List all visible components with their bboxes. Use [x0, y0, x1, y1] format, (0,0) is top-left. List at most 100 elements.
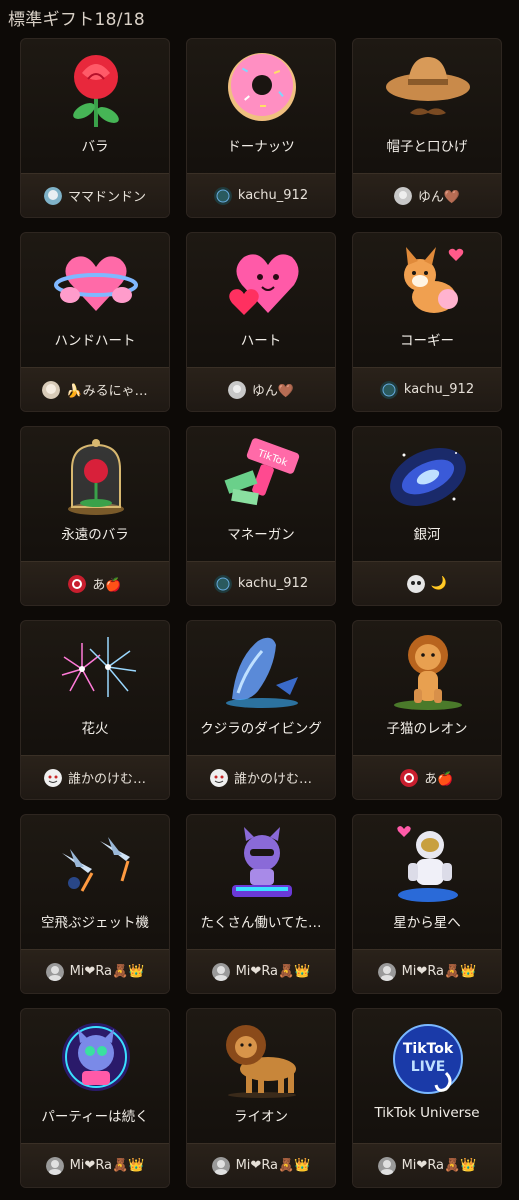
gift-name: コーギー: [400, 333, 454, 349]
svg-text:LIVE: LIVE: [411, 1059, 446, 1075]
gift-sender[interactable]: 誰かのけむ…: [21, 755, 169, 799]
gift-sender[interactable]: 誰かのけむ…: [187, 755, 335, 799]
gift-card[interactable]: ライオン Mi❤Ra🧸👑: [186, 1008, 336, 1188]
eternal-rose-icon: [52, 435, 140, 517]
svg-text:TikTok: TikTok: [403, 1041, 454, 1057]
gift-card[interactable]: たくさん働いてた… Mi❤Ra🧸👑: [186, 814, 336, 994]
avatar: [43, 186, 62, 205]
sender-name: 🍌みるにゃ…: [66, 384, 148, 399]
gift-card[interactable]: TikTok マネーガン kachu_912: [186, 426, 336, 606]
tiktok-universe-icon: TikTok LIVE: [384, 1017, 472, 1099]
avatar: [406, 574, 425, 593]
avatar: [213, 574, 232, 593]
gift-card[interactable]: 空飛ぶジェット機 Mi❤Ra🧸👑: [20, 814, 170, 994]
avatar: [209, 768, 228, 787]
gift-name: 花火: [81, 721, 109, 737]
avatar: [213, 186, 232, 205]
gift-card[interactable]: 星から星へ Mi❤Ra🧸👑: [352, 814, 502, 994]
sender-name: kachu_912: [237, 576, 309, 591]
section-title: 標準ギフト18/18: [8, 10, 145, 30]
gift-card[interactable]: 銀河 🌙: [352, 426, 502, 606]
gift-name: ハート: [240, 333, 282, 349]
gift-name: 星から星へ: [393, 915, 461, 931]
gift-sender[interactable]: ゆん🤎: [353, 173, 501, 217]
gift-card[interactable]: ハンドハート 🍌みるにゃ…: [20, 232, 170, 412]
sender-name: 誰かのけむ…: [67, 772, 146, 787]
gift-name: ハンドハート: [54, 333, 136, 349]
gift-sender[interactable]: 🍌みるにゃ…: [21, 367, 169, 411]
gift-sender[interactable]: あ🍎: [21, 561, 169, 605]
gift-name: 帽子と口ひげ: [386, 139, 468, 155]
gift-sender[interactable]: 🌙: [353, 561, 501, 605]
avatar: [43, 768, 62, 787]
heart-icon: [218, 241, 306, 323]
sender-name: kachu_912: [237, 188, 309, 203]
hat-mustache-icon: [384, 47, 472, 129]
sender-name: Mi❤Ra🧸👑: [401, 1158, 477, 1173]
sender-name: Mi❤Ra🧸👑: [401, 964, 477, 979]
gift-sender[interactable]: ゆん🤎: [187, 367, 335, 411]
gift-sender[interactable]: Mi❤Ra🧸👑: [21, 1143, 169, 1187]
sender-name: 🌙: [430, 576, 448, 591]
sender-name: ゆん🤎: [417, 190, 461, 205]
gift-sender[interactable]: あ🍎: [353, 755, 501, 799]
fireworks-icon: [52, 629, 140, 711]
avatar: [42, 380, 61, 399]
gift-sender[interactable]: Mi❤Ra🧸👑: [353, 949, 501, 993]
sender-name: ママドンドン: [67, 190, 146, 205]
gift-name: バラ: [81, 139, 109, 155]
party-cat-icon: [52, 1017, 140, 1099]
gift-sender[interactable]: Mi❤Ra🧸👑: [187, 949, 335, 993]
gift-name: マネーガン: [227, 527, 295, 543]
gift-card[interactable]: 帽子と口ひげ ゆん🤎: [352, 38, 502, 218]
gift-sender[interactable]: Mi❤Ra🧸👑: [353, 1143, 501, 1187]
gift-name: 永遠のバラ: [61, 527, 129, 543]
gift-sender[interactable]: Mi❤Ra🧸👑: [187, 1143, 335, 1187]
corgi-icon: [384, 241, 472, 323]
sender-name: あ🍎: [424, 772, 454, 787]
sender-name: Mi❤Ra🧸👑: [235, 1158, 311, 1173]
sender-name: ゆん🤎: [251, 384, 295, 399]
gift-sender[interactable]: kachu_912: [187, 561, 335, 605]
astronaut-icon: [384, 823, 472, 905]
avatar: [68, 574, 87, 593]
avatar: [377, 1156, 396, 1175]
gift-card[interactable]: ハート ゆん🤎: [186, 232, 336, 412]
hand-heart-icon: [52, 241, 140, 323]
gift-sender[interactable]: Mi❤Ra🧸👑: [21, 949, 169, 993]
gift-card[interactable]: 子猫のレオン あ🍎: [352, 620, 502, 800]
gift-sender[interactable]: kachu_912: [187, 173, 335, 217]
avatar: [45, 1156, 64, 1175]
gift-sender[interactable]: ママドンドン: [21, 173, 169, 217]
whale-icon: [218, 629, 306, 711]
avatar: [211, 1156, 230, 1175]
sender-name: Mi❤Ra🧸👑: [235, 964, 311, 979]
avatar: [45, 962, 64, 981]
gift-card[interactable]: TikTok LIVE TikTok Universe Mi❤Ra🧸👑: [352, 1008, 502, 1188]
lion-icon: [218, 1017, 306, 1099]
gift-name: TikTok Universe: [374, 1105, 480, 1121]
gift-card[interactable]: バラ ママドンドン: [20, 38, 170, 218]
sender-name: あ🍎: [92, 578, 122, 593]
gift-card[interactable]: ドーナッツ kachu_912: [186, 38, 336, 218]
sender-name: Mi❤Ra🧸👑: [69, 1158, 145, 1173]
gift-name: パーティーは続く: [41, 1109, 149, 1125]
jet-icon: [52, 823, 140, 905]
gift-name: ドーナッツ: [227, 139, 295, 155]
gift-card[interactable]: コーギー kachu_912: [352, 232, 502, 412]
gift-grid: バラ ママドンドン ドーナッツ kachu_912 帽子と口ひげ ゆん🤎 ハンド…: [20, 38, 502, 1188]
gift-card[interactable]: パーティーは続く Mi❤Ra🧸👑: [20, 1008, 170, 1188]
gift-card[interactable]: 永遠のバラ あ🍎: [20, 426, 170, 606]
avatar: [393, 186, 412, 205]
avatar: [377, 962, 396, 981]
avatar: [379, 380, 398, 399]
avatar: [227, 380, 246, 399]
gift-name: 子猫のレオン: [386, 721, 468, 737]
donut-icon: [218, 47, 306, 129]
gift-card[interactable]: クジラのダイビング 誰かのけむ…: [186, 620, 336, 800]
sender-name: 誰かのけむ…: [233, 772, 312, 787]
gift-name: 銀河: [413, 527, 441, 543]
gift-sender[interactable]: kachu_912: [353, 367, 501, 411]
gift-card[interactable]: 花火 誰かのけむ…: [20, 620, 170, 800]
dj-cat-icon: [218, 823, 306, 905]
